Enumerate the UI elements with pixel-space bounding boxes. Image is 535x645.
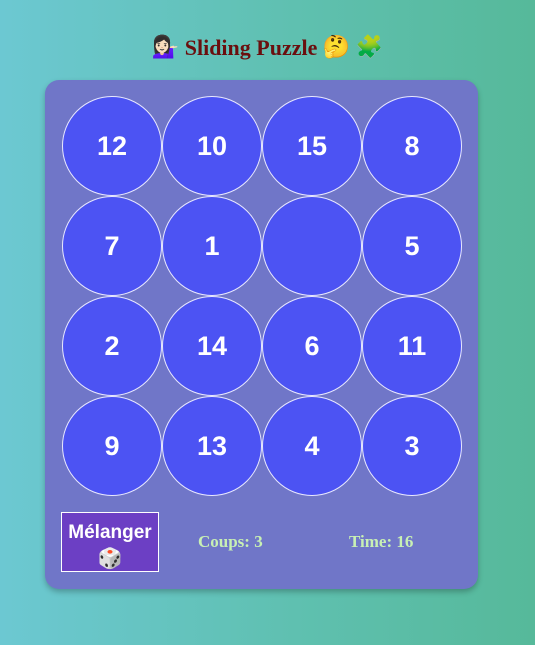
puzzle-piece-icon: 🧩: [355, 34, 384, 60]
puzzle-card: 12 10 15 8 7 1 5 2 14 6 11 9 13 4 3 Méla…: [45, 80, 478, 589]
dice-icon: 🎲: [97, 546, 123, 570]
moves-counter: Coups: 3: [198, 532, 263, 551]
title-text: Sliding Puzzle: [184, 34, 318, 60]
puzzle-tile[interactable]: 9: [62, 396, 162, 496]
puzzle-tile[interactable]: 12: [62, 96, 162, 196]
timer: Time: 16: [349, 532, 414, 551]
puzzle-tile[interactable]: 8: [362, 96, 462, 196]
puzzle-tile[interactable]: 3: [362, 396, 462, 496]
thinking-face-icon: 🤔: [322, 34, 351, 60]
puzzle-tile[interactable]: 2: [62, 296, 162, 396]
puzzle-tile[interactable]: 15: [262, 96, 362, 196]
puzzle-tile[interactable]: 13: [162, 396, 262, 496]
puzzle-tile[interactable]: 6: [262, 296, 362, 396]
puzzle-tile[interactable]: 10: [162, 96, 262, 196]
puzzle-tile[interactable]: 5: [362, 196, 462, 296]
page-title: 💁🏻‍♀️ Sliding Puzzle 🤔 🧩: [0, 30, 535, 64]
shuffle-label: Mélanger: [68, 522, 152, 543]
puzzle-tile[interactable]: 1: [162, 196, 262, 296]
puzzle-grid: 12 10 15 8 7 1 5 2 14 6 11 9 13 4 3: [62, 96, 462, 496]
controls-bar: Mélanger 🎲 Coups: 3 Time: 16: [61, 512, 461, 574]
puzzle-tile[interactable]: 4: [262, 396, 362, 496]
puzzle-tile[interactable]: 11: [362, 296, 462, 396]
puzzle-tile[interactable]: 14: [162, 296, 262, 396]
person-tipping-hand-icon: 💁🏻‍♀️: [151, 34, 180, 60]
puzzle-tile[interactable]: 7: [62, 196, 162, 296]
shuffle-button[interactable]: Mélanger 🎲: [61, 512, 159, 572]
puzzle-tile-empty[interactable]: [262, 196, 362, 296]
